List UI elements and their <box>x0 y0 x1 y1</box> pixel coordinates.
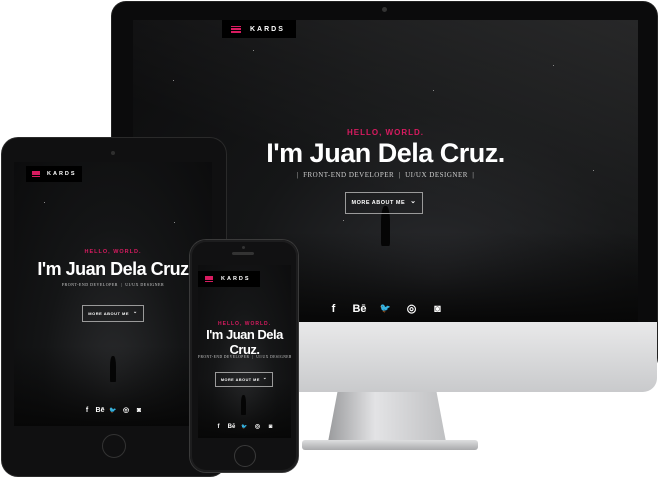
twitter-icon[interactable]: 🐦 <box>107 407 120 414</box>
behance-icon[interactable]: Bē <box>347 303 373 315</box>
roles: FRONT-END DEVELOPER | UI/UX DESIGNER <box>14 282 212 287</box>
behance-icon[interactable]: Bē <box>225 424 238 430</box>
social-links: f Bē 🐦 ◎ ◙ <box>14 406 212 415</box>
facebook-icon[interactable]: f <box>321 303 347 315</box>
phone-speaker <box>232 252 254 255</box>
instagram-icon[interactable]: ◙ <box>133 407 146 414</box>
role-designer: UI/UX DESIGNER <box>125 282 165 287</box>
instagram-icon[interactable]: ◙ <box>425 303 451 315</box>
phone-camera <box>242 246 245 249</box>
menu-icon[interactable] <box>231 25 241 33</box>
brand-logo[interactable]: KARDS <box>47 171 77 177</box>
role-separator: | <box>120 282 123 287</box>
roles: FRONT-END DEVELOPER | UI/UX DESIGNER <box>198 355 291 359</box>
role-frontend: FRONT-END DEVELOPER <box>61 282 118 287</box>
instagram-icon[interactable]: ◙ <box>264 424 277 430</box>
dribbble-icon[interactable]: ◎ <box>120 406 133 414</box>
chevron-down-icon: ⌄ <box>410 198 417 205</box>
navbar: KARDS <box>198 271 260 287</box>
greeting: HELLO, WORLD. <box>84 249 142 255</box>
tablet-camera <box>111 151 115 155</box>
menu-icon[interactable] <box>205 276 213 282</box>
facebook-icon[interactable]: f <box>212 424 225 430</box>
dribbble-icon[interactable]: ◎ <box>251 423 264 430</box>
monitor-stand <box>328 392 446 442</box>
more-about-me-button[interactable]: MORE ABOUT ME ⌄ <box>215 372 273 387</box>
role-separator: | <box>252 355 254 359</box>
twitter-icon[interactable]: 🐦 <box>373 303 399 314</box>
navbar: KARDS <box>26 166 82 182</box>
role-separator: | <box>398 171 401 179</box>
navbar: KARDS <box>222 20 296 38</box>
greeting: HELLO, WORLD. <box>347 128 424 137</box>
hero-name: I'm Juan Dela Cruz. <box>198 327 291 357</box>
phone-screen: KARDS HELLO, WORLD. I'm Juan Dela Cruz. … <box>198 265 291 438</box>
dribbble-icon[interactable]: ◎ <box>399 302 425 315</box>
tablet-home-button <box>102 434 126 458</box>
role-frontend: FRONT-END DEVELOPER <box>303 171 395 179</box>
role-separator: | <box>296 171 299 179</box>
tablet-screen: KARDS HELLO, WORLD. I'm Juan Dela Cruz F… <box>14 162 212 426</box>
more-about-me-button[interactable]: MORE ABOUT ME ⌄ <box>345 192 423 214</box>
brand-logo[interactable]: KARDS <box>221 276 251 282</box>
role-frontend: FRONT-END DEVELOPER <box>198 355 250 359</box>
role-separator: | <box>472 171 475 179</box>
brand-logo[interactable]: KARDS <box>250 26 285 33</box>
monitor-base <box>302 440 478 450</box>
monitor-camera <box>382 7 387 12</box>
twitter-icon[interactable]: 🐦 <box>238 424 251 430</box>
chevron-down-icon: ⌄ <box>262 375 268 380</box>
behance-icon[interactable]: Bē <box>94 407 107 414</box>
facebook-icon[interactable]: f <box>81 407 94 414</box>
button-label: MORE ABOUT ME <box>88 311 130 316</box>
person-silhouette <box>241 395 246 415</box>
chevron-down-icon: ⌄ <box>133 309 138 315</box>
button-label: MORE ABOUT ME <box>220 377 260 382</box>
menu-icon[interactable] <box>32 171 40 177</box>
phone-home-button <box>234 445 256 467</box>
role-designer: UI/UX DESIGNER <box>256 355 291 359</box>
role-designer: UI/UX DESIGNER <box>405 171 468 179</box>
button-label: MORE ABOUT ME <box>351 200 406 206</box>
hero-name-line1: I'm Juan Dela <box>206 327 283 342</box>
hero-name: I'm Juan Dela Cruz <box>37 259 189 279</box>
social-links: f Bē 🐦 ◎ ◙ <box>198 423 291 431</box>
more-about-me-button[interactable]: MORE ABOUT ME ⌄ <box>82 305 144 322</box>
person-silhouette <box>110 356 116 382</box>
